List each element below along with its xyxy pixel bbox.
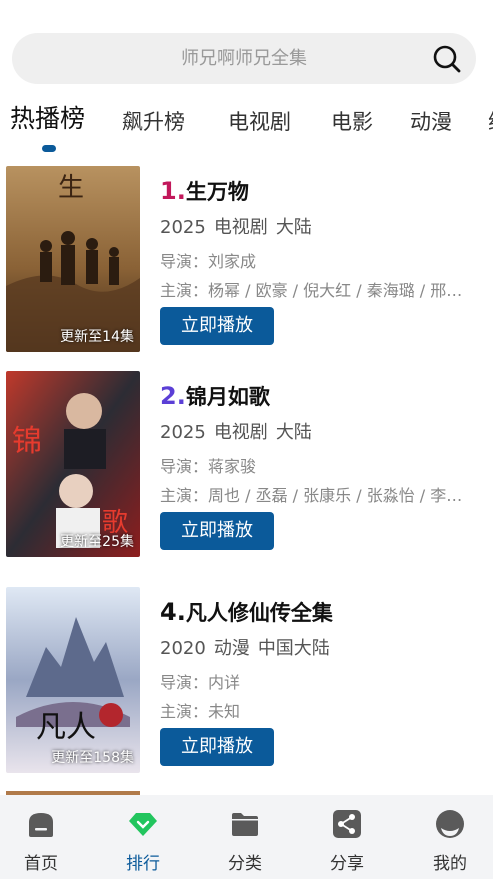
tab-anime[interactable]: 动漫 <box>410 103 452 141</box>
tab-hot[interactable]: 热播榜 <box>10 100 85 138</box>
item-title: 2.锦月如歌 <box>160 382 270 410</box>
search-bar[interactable]: 师兄啊师兄全集 <box>12 33 476 84</box>
search-icon[interactable] <box>432 44 462 74</box>
item-director: 导演：内详 <box>160 673 241 692</box>
item-title: 4.凡人修仙传全集 <box>160 598 333 626</box>
item-cast: 主演：周也 / 丞磊 / 张康乐 / 张淼怡 / 李若天 <box>160 486 478 505</box>
profile-icon <box>436 810 464 838</box>
nav-ranking[interactable]: 排行 <box>94 795 192 879</box>
item-meta: 2025 电视剧 大陆 <box>160 422 312 443</box>
play-button[interactable]: 立即播放 <box>160 307 274 345</box>
item-director: 导演：刘家成 <box>160 252 257 271</box>
nav-share[interactable]: 分享 <box>298 795 396 879</box>
episode-badge: 更新至25集 <box>60 534 134 550</box>
svg-text:凡人: 凡人 <box>36 710 96 745</box>
play-button[interactable]: 立即播放 <box>160 512 274 550</box>
rank-number: 2. <box>160 382 186 410</box>
episode-badge: 更新至14集 <box>60 329 134 345</box>
nav-category[interactable]: 分类 <box>196 795 294 879</box>
nav-profile[interactable]: 我的 <box>401 795 493 879</box>
ranking-icon <box>129 813 157 836</box>
share-icon <box>333 810 361 838</box>
home-icon <box>29 813 53 837</box>
tab-variety[interactable]: 综 <box>488 103 493 141</box>
category-tabs: 热播榜 飙升榜 电视剧 电影 动漫 综 <box>0 100 493 160</box>
item-meta: 2025 电视剧 大陆 <box>160 217 312 238</box>
item-meta: 2020 动漫 中国大陆 <box>160 638 330 659</box>
list-item[interactable]: 生 更新至14集 1.生万物 2025 电视剧 大陆 导演：刘家成 主演：杨幂 / … <box>6 166 486 352</box>
item-director: 导演：蒋家骏 <box>160 457 257 476</box>
list-item[interactable]: 锦 歌 更新至25集 2.锦月如歌 2025 电视剧 大陆 导演：蒋家骏 主演：周也… <box>6 371 486 557</box>
active-tab-indicator <box>42 145 56 152</box>
tab-rising[interactable]: 飙升榜 <box>122 103 185 141</box>
rank-number: 1. <box>160 177 186 205</box>
svg-text:锦: 锦 <box>12 424 42 459</box>
poster-image[interactable]: 锦 歌 更新至25集 <box>6 371 140 557</box>
item-cast: 主演：未知 <box>160 702 241 721</box>
nav-home[interactable]: 首页 <box>0 795 90 879</box>
item-title: 1.生万物 <box>160 177 249 205</box>
svg-text:生: 生 <box>58 173 84 203</box>
search-input[interactable]: 师兄啊师兄全集 <box>12 33 416 84</box>
episode-badge: 更新至158集 <box>51 750 134 766</box>
tab-tv[interactable]: 电视剧 <box>228 103 291 141</box>
list-item[interactable]: 凡人 更新至158集 4.凡人修仙传全集 2020 动漫 中国大陆 导演：内详 主演… <box>6 587 486 773</box>
poster-image[interactable]: 生 更新至14集 <box>6 166 140 352</box>
folder-icon <box>232 813 258 836</box>
rank-number: 4. <box>160 598 186 626</box>
tab-movie[interactable]: 电影 <box>331 103 373 141</box>
bottom-nav: 首页 排行 分类 分享 我的 <box>0 795 493 879</box>
poster-image[interactable]: 凡人 更新至158集 <box>6 587 140 773</box>
item-cast: 主演：杨幂 / 欧豪 / 倪大红 / 秦海璐 / 邢佳栋 <box>160 281 478 300</box>
play-button[interactable]: 立即播放 <box>160 728 274 766</box>
